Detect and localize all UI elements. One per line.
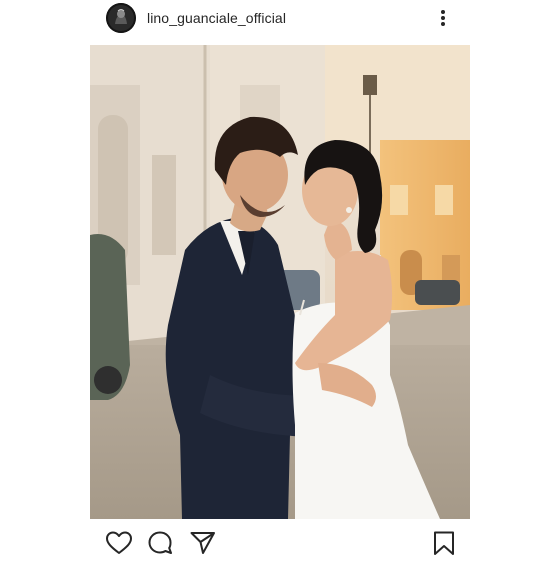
bookmark-icon[interactable]	[430, 530, 458, 556]
post-photo[interactable]	[90, 45, 470, 519]
heart-icon[interactable]	[105, 530, 133, 556]
more-vertical-icon[interactable]	[433, 6, 453, 30]
post-actions	[0, 524, 560, 560]
paper-plane-icon[interactable]	[189, 530, 217, 556]
post-header: lino_guanciale_official	[0, 0, 560, 40]
post-username[interactable]: lino_guanciale_official	[147, 10, 286, 26]
profile-avatar[interactable]	[106, 3, 136, 33]
comment-bubble-icon[interactable]	[147, 530, 175, 556]
